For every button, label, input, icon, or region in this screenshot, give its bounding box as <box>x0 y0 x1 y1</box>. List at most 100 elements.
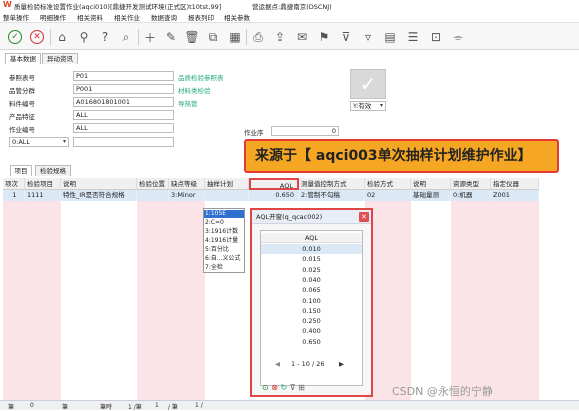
pink-column-band <box>3 190 61 400</box>
col-header-sampling[interactable]: 抽样计划 <box>205 178 249 190</box>
item-no-input[interactable]: A016801801001 <box>73 97 174 107</box>
col-header-instrument[interactable]: 指定仪器 <box>491 178 539 190</box>
sampling-option[interactable]: 1:105E <box>204 210 244 218</box>
list-item[interactable]: 0.400 <box>261 326 362 336</box>
desc-column-band <box>61 190 137 400</box>
help-icon[interactable]: ? <box>97 29 113 45</box>
list-item[interactable]: 0.065 <box>261 285 362 295</box>
tab-change-info[interactable]: 异动资讯 <box>42 53 78 64</box>
cell-method[interactable]: 02 <box>365 190 411 201</box>
filter-icon[interactable]: ⊽ <box>338 29 354 45</box>
attach-icon[interactable]: ⌯ <box>450 29 466 45</box>
list-item[interactable]: 0.150 <box>261 306 362 316</box>
col-header-defect-level[interactable]: 缺点等级 <box>169 178 205 190</box>
cell-position[interactable] <box>137 190 169 201</box>
item-no-link[interactable]: 导热管 <box>178 98 198 108</box>
list-item[interactable]: 0.650 <box>261 337 362 347</box>
op-seq-input[interactable]: 0 <box>271 126 339 136</box>
close-icon[interactable]: ✕ <box>359 212 369 222</box>
sampling-plan-dropdown[interactable]: 1:105E 2:C=0 3:1916计数 4:1916计量 5:百分比 6:自… <box>203 208 245 273</box>
filter-icon[interactable]: ⊽ <box>290 383 296 392</box>
comment-icon[interactable]: ☰ <box>405 29 421 45</box>
qc-group-input[interactable]: P001 <box>73 84 174 94</box>
cell-aql[interactable]: 0.650 <box>249 190 299 201</box>
ref-table-input[interactable]: P01 <box>73 71 174 81</box>
sampling-option[interactable]: 5:百分比 <box>204 246 244 254</box>
sampling-option[interactable]: 6:自...义公式 <box>204 255 244 263</box>
col-header-resource-type[interactable]: 资源类型 <box>451 178 491 190</box>
link-icon[interactable]: ⊡ <box>428 29 444 45</box>
menu-item-related-data[interactable]: 相关资料 <box>77 12 103 22</box>
delete-icon[interactable]: 🗑 <box>184 29 200 45</box>
menu-item-detail[interactable]: 明细操作 <box>40 12 66 22</box>
list-item[interactable]: 0.100 <box>261 296 362 306</box>
sampling-option[interactable]: 2:C=0 <box>204 219 244 227</box>
cancel-icon[interactable]: ⊗ <box>271 383 278 392</box>
export-icon[interactable]: ⇪ <box>272 29 288 45</box>
cell-sampling[interactable] <box>205 190 249 201</box>
copy-icon[interactable]: ⧉ <box>205 29 221 45</box>
prev-page-icon[interactable]: ◀ <box>275 360 280 368</box>
pin-icon[interactable]: ⚲ <box>76 29 92 45</box>
col-header-desc[interactable]: 说明 <box>61 178 137 190</box>
edit-icon[interactable]: ✎ <box>163 29 179 45</box>
next-page-icon[interactable]: ▶ <box>339 360 344 368</box>
tab-items[interactable]: 项目 <box>10 165 32 176</box>
list-item[interactable]: 0.250 <box>261 316 362 326</box>
ref-table-link[interactable]: 品质检验参照表 <box>178 72 224 82</box>
op-no-input[interactable]: ALL <box>73 123 174 133</box>
cell-instrument[interactable]: Z001 <box>491 190 539 201</box>
list-item[interactable]: 0.025 <box>261 265 362 275</box>
cell-measure-control[interactable]: 2:管制不勾稿 <box>299 190 365 201</box>
confirm-icon[interactable]: ⊙ <box>262 383 269 392</box>
flag-icon[interactable]: ⚑ <box>316 29 332 45</box>
pink-column-band <box>491 190 539 400</box>
col-header-measure-control[interactable]: 测量值控制方式 <box>299 178 365 190</box>
check-icon[interactable]: ✓ <box>8 30 22 44</box>
col-header-position[interactable]: 检验位置 <box>137 178 169 190</box>
cell-item[interactable]: 1111 <box>25 190 61 201</box>
sampling-option[interactable]: 7:全检 <box>204 264 244 272</box>
tab-inspection-spec[interactable]: 检验规格 <box>35 165 71 176</box>
status-select[interactable]: Y:有效 <box>350 101 386 111</box>
sampling-option[interactable]: 4:1916计量 <box>204 237 244 245</box>
cell-desc[interactable]: 特性_IR是否符合规格 <box>61 190 137 201</box>
menu-item-params[interactable]: 相关参数 <box>224 12 250 22</box>
search-icon[interactable]: ⌕ <box>118 29 134 45</box>
cell-resource-type[interactable]: 0:机器 <box>451 190 491 201</box>
aql-list-header: AQL <box>261 233 362 244</box>
select-all-icon[interactable]: ⊞ <box>298 383 305 392</box>
col-header-aql[interactable]: AQL <box>249 178 299 190</box>
qc-group-link[interactable]: 材料类检验 <box>178 85 211 95</box>
chart-icon[interactable]: ▤ <box>382 29 398 45</box>
col-header-seq[interactable]: 项次 <box>3 178 25 190</box>
menu-item-related-jobs[interactable]: 相关作业 <box>114 12 140 22</box>
list-item[interactable]: 0.040 <box>261 275 362 285</box>
add-icon[interactable]: ＋ <box>142 29 158 45</box>
menu-item-whole-order[interactable]: 整单操作 <box>3 12 29 22</box>
extra-input[interactable] <box>73 137 174 147</box>
field-label-op-seq: 作业序 <box>244 129 264 137</box>
menu-item-query[interactable]: 数据查询 <box>151 12 177 22</box>
list-item[interactable]: 0.010 <box>261 244 362 255</box>
sampling-option[interactable]: 3:1916计数 <box>204 228 244 236</box>
status-check-icon[interactable]: ✓ <box>350 69 386 99</box>
cell-desc2[interactable]: 基础量测 <box>411 190 451 201</box>
col-header-item[interactable]: 检验项目 <box>25 178 61 190</box>
col-header-desc2[interactable]: 说明 <box>411 178 451 190</box>
feature-input[interactable]: ALL <box>73 110 174 120</box>
col-header-method[interactable]: 检验方式 <box>365 178 411 190</box>
funnel-icon[interactable]: ▿ <box>360 29 376 45</box>
cancel-icon[interactable]: ✕ <box>30 30 44 44</box>
list-item[interactable]: 0.015 <box>261 254 362 264</box>
note-icon[interactable]: ✉ <box>294 29 310 45</box>
home-icon[interactable]: ⌂ <box>54 29 70 45</box>
cell-defect-level[interactable]: 3:Minor <box>169 190 205 201</box>
cell-seq[interactable]: 1 <box>3 190 25 201</box>
tab-basic-data[interactable]: 基本数据 <box>5 53 41 64</box>
type-select[interactable]: 0:ALL <box>9 137 69 147</box>
menu-item-report[interactable]: 报表列印 <box>188 12 214 22</box>
refresh-icon[interactable]: ↻ <box>281 383 288 392</box>
print-icon[interactable]: ⎙ <box>250 29 266 45</box>
layout-icon[interactable]: ▦ <box>227 29 243 45</box>
